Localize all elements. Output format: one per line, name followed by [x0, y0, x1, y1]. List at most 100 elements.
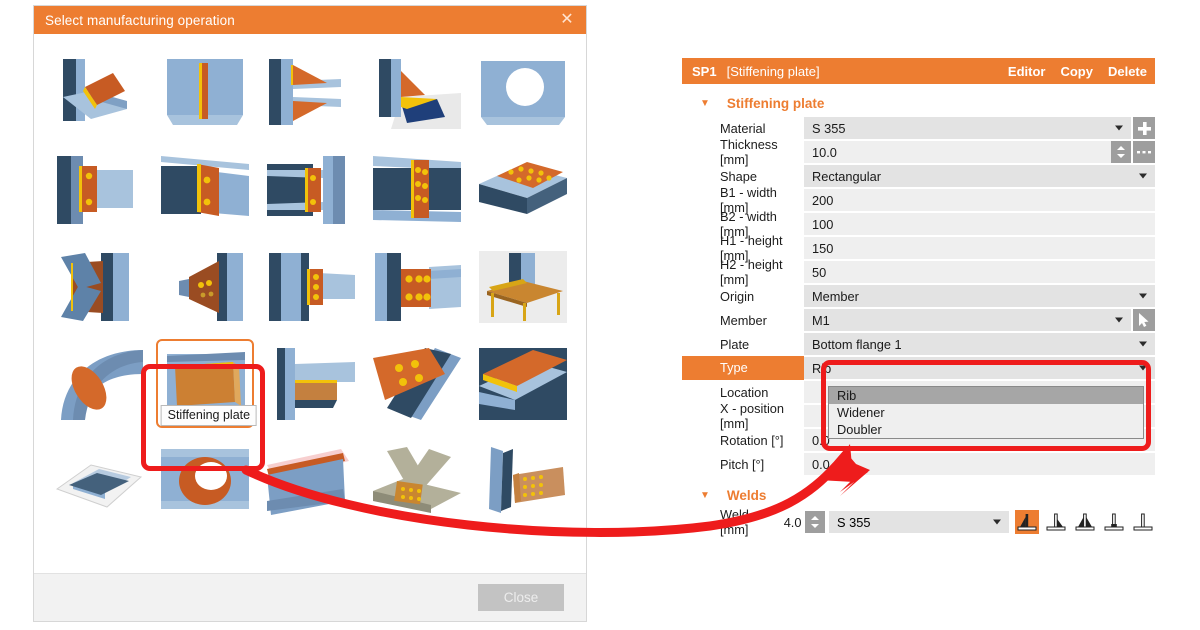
cad-thumbnail-icon [379, 58, 461, 129]
operation-item-opening-circular[interactable] [470, 44, 576, 141]
thumbnail [55, 347, 143, 420]
cad-thumbnail-icon [63, 58, 127, 121]
thumbnail [267, 250, 355, 323]
double-bevel-weld-icon[interactable] [1073, 510, 1097, 534]
collapse-caret-icon[interactable]: ▼ [700, 98, 710, 109]
ellipsis-icon [1137, 151, 1151, 154]
operation-item-shear-tab-bolts[interactable] [258, 238, 364, 335]
b2-width-value: 100 [812, 216, 834, 232]
thickness-input[interactable]: 10.0 [804, 141, 1111, 163]
pick-member-button[interactable] [1133, 309, 1155, 331]
thumbnail [267, 56, 355, 129]
thumbnail [267, 347, 355, 420]
dropdown-option-widener[interactable]: Widener [829, 404, 1143, 421]
material-combobox[interactable]: S 355 [804, 117, 1131, 139]
b1-width-value: 200 [812, 192, 834, 208]
row-type: Type Rib [682, 356, 1155, 380]
cad-thumbnail-icon [373, 155, 461, 222]
chevron-down-icon [1139, 341, 1147, 347]
h2-height-input[interactable]: 50 [804, 261, 1155, 283]
h1-height-input[interactable]: 150 [804, 237, 1155, 259]
type-combobox[interactable]: Rib [804, 357, 1155, 379]
operation-item-haunch-plate[interactable] [258, 44, 364, 141]
thickness-stepper[interactable] [1111, 141, 1131, 163]
single-bevel-weld-icon[interactable] [1044, 510, 1068, 534]
row-label: Thickness [mm] [720, 137, 778, 167]
close-icon[interactable]: ✕ [554, 9, 580, 31]
row-origin: Origin Member [682, 284, 1155, 308]
thumbnail [479, 56, 567, 129]
origin-combobox[interactable]: Member [804, 285, 1155, 307]
chevron-down-icon [1139, 173, 1147, 179]
operation-item-cone-hollow-section[interactable] [152, 238, 258, 335]
operation-item-stiffening-plate[interactable]: Stiffening plate [152, 335, 258, 432]
operation-item-base-plate-anchor[interactable] [364, 44, 470, 141]
operation-name: [Stiffening plate] [726, 63, 820, 79]
thickness-more-button[interactable] [1133, 141, 1155, 163]
row-label: Shape [720, 168, 758, 184]
thumbnail [161, 56, 249, 129]
plate-combobox[interactable]: Bottom flange 1 [804, 333, 1155, 355]
section-header-stiffening-plate[interactable]: ▼ Stiffening plate [682, 91, 1155, 116]
cursor-arrow-icon [1139, 313, 1149, 327]
thumbnail [161, 250, 249, 323]
plus-icon [1137, 121, 1151, 135]
row-label: Origin [720, 288, 755, 304]
cad-thumbnail-icon [55, 463, 143, 508]
operation-item-stiffener-web[interactable] [152, 44, 258, 141]
chevron-down-icon [1139, 293, 1147, 299]
copy-button[interactable]: Copy [1060, 64, 1093, 79]
row-label: H2 - height [mm] [720, 257, 783, 287]
annotation-arrow [241, 444, 870, 537]
operation-item-bolted-end-plate-grid[interactable] [364, 238, 470, 335]
operation-item-angle-cleat-web[interactable] [258, 141, 364, 238]
row-label: Plate [720, 336, 750, 352]
b1-width-input[interactable]: 200 [804, 189, 1155, 211]
operation-item-notched-beam[interactable] [258, 335, 364, 432]
dialog-titlebar: Select manufacturing operation ✕ [34, 6, 586, 34]
operation-item-gusset-plate-braces[interactable] [46, 238, 152, 335]
row-label: Location [720, 384, 769, 400]
operation-item-base-plate-stool[interactable] [470, 238, 576, 335]
operation-item-cut-beam-to-beam[interactable] [46, 44, 152, 141]
cad-thumbnail-icon [375, 252, 461, 321]
operation-item-concrete-block-footing[interactable] [46, 432, 152, 529]
operation-item-end-plate-beam[interactable] [152, 141, 258, 238]
editor-button[interactable]: Editor [1008, 64, 1046, 79]
cad-thumbnail-icon [61, 349, 143, 420]
dropdown-option-rib[interactable]: Rib [829, 387, 1143, 404]
close-button[interactable]: Close [478, 584, 564, 611]
operation-item-bolted-cover-plate[interactable] [470, 141, 576, 238]
member-combobox[interactable]: M1 [804, 309, 1131, 331]
add-material-button[interactable] [1133, 117, 1155, 139]
butt-weld-icon[interactable] [1131, 510, 1155, 534]
b2-width-input[interactable]: 100 [804, 213, 1155, 235]
operation-item-splice-lap-plate[interactable] [364, 335, 470, 432]
weld-type-toolbar [1015, 510, 1155, 534]
partial-penetration-weld-icon[interactable] [1102, 510, 1126, 534]
material-value: S 355 [812, 120, 846, 136]
plate-value: Bottom flange 1 [812, 336, 902, 352]
operation-item-bent-hollow-section[interactable] [46, 335, 152, 432]
delete-button[interactable]: Delete [1108, 64, 1147, 79]
cad-thumbnail-icon [57, 155, 133, 224]
chevron-down-icon [993, 519, 1001, 525]
row-label-type-selected: Type [682, 356, 804, 380]
cad-thumbnail-icon [479, 347, 567, 420]
shape-combobox[interactable]: Rectangular [804, 165, 1155, 187]
operation-id: SP1 [692, 63, 717, 79]
thumbnail [55, 153, 143, 226]
type-value: Rib [812, 360, 832, 376]
row-h2-height: H2 - height [mm] 50 [682, 257, 1155, 287]
thumbnail [479, 250, 567, 323]
cad-thumbnail-icon [479, 250, 567, 323]
operation-item-cover-plate-flange[interactable] [470, 335, 576, 432]
operation-item-fin-plate[interactable] [46, 141, 152, 238]
cad-thumbnail-icon [61, 252, 129, 321]
cad-thumbnail-icon [167, 58, 243, 125]
fillet-weld-icon[interactable] [1015, 510, 1039, 534]
row-member: Member M1 [682, 308, 1155, 332]
section-title: Stiffening plate [726, 96, 825, 111]
operation-item-bolted-splice-plate[interactable] [364, 141, 470, 238]
cad-thumbnail-icon [479, 161, 567, 214]
